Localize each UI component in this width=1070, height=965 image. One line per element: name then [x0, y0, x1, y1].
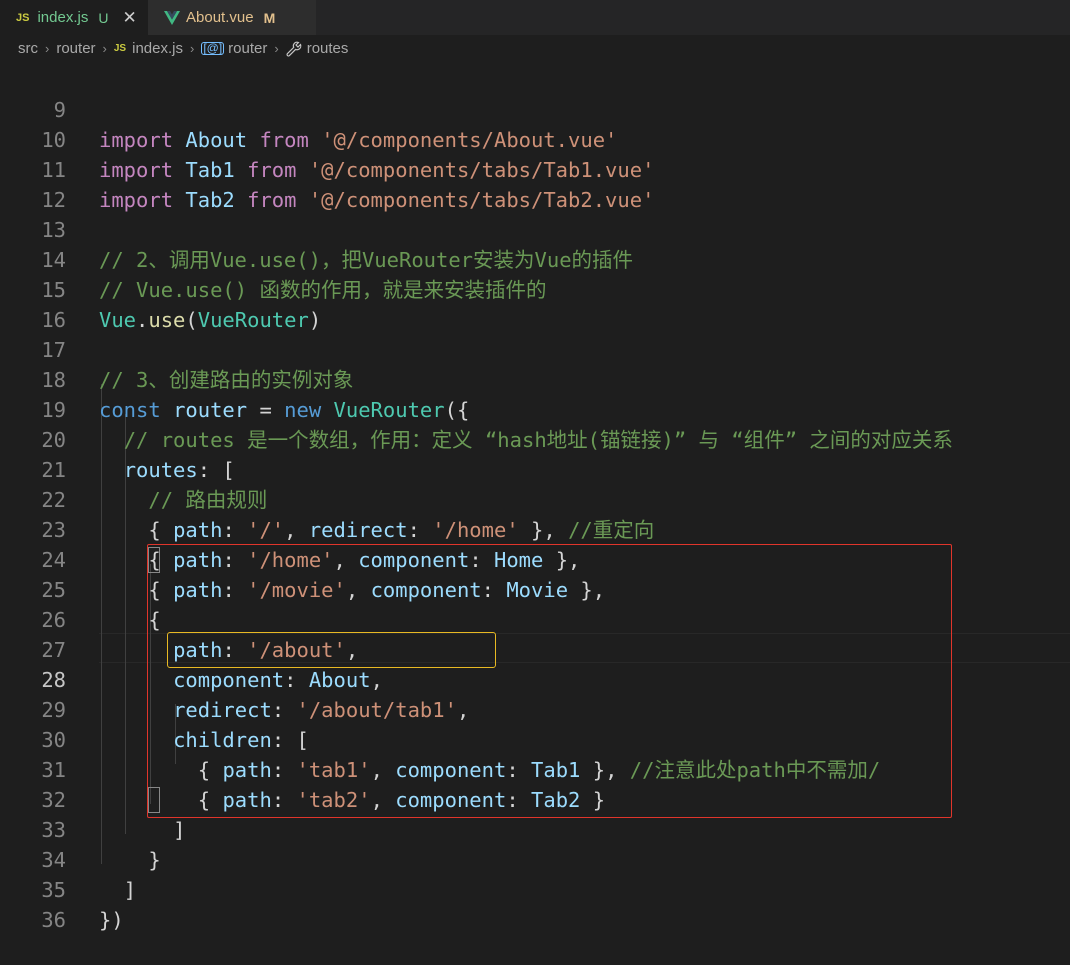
- chevron-right-icon: ›: [45, 41, 50, 56]
- chevron-right-icon: ›: [189, 41, 195, 56]
- code-line: 22 { path: '/', redirect: '/home' }, //重…: [0, 455, 1070, 542]
- code-line: 11 import Tab2 from '@/components/tabs/T…: [0, 125, 1070, 212]
- tab-about-vue[interactable]: About.vue M: [148, 0, 316, 35]
- property-wrench-icon: [286, 41, 302, 57]
- code-line: 16: [0, 275, 1070, 332]
- breadcrumb-item-routes[interactable]: routes: [307, 40, 349, 57]
- variable-symbol-icon: [@]: [201, 41, 225, 55]
- code-line: 15 Vue.use(VueRouter): [0, 245, 1070, 332]
- annotation-yellow-rectangle: [167, 632, 496, 668]
- breadcrumb-item-router-folder[interactable]: router: [56, 40, 95, 57]
- code-line: 10 import Tab1 from '@/components/tabs/T…: [0, 95, 1070, 182]
- code-line: 13 // 2、调用Vue.use()，把VueRouter安装为Vue的插件: [0, 185, 1070, 272]
- vue-file-icon: [164, 10, 180, 25]
- code-line: 14 // Vue.use() 函数的作用，就是来安装插件的: [0, 215, 1070, 302]
- chevron-right-icon: ›: [274, 41, 279, 56]
- code-line: 17 // 3、创建路由的实例对象: [0, 305, 1070, 392]
- breadcrumb-item-src[interactable]: src: [18, 40, 38, 57]
- modified-status-badge: M: [263, 9, 276, 26]
- untracked-status-badge: U: [98, 9, 109, 26]
- code-line: 12: [0, 155, 1070, 212]
- javascript-file-icon: JS: [113, 43, 127, 54]
- line-number: 36: [41, 908, 66, 932]
- close-icon[interactable]: ✕: [122, 8, 136, 28]
- breadcrumb: src › router › JS index.js › [@] router …: [0, 35, 1070, 62]
- tab-label: About.vue: [186, 9, 254, 26]
- code-line: 20 routes: [: [0, 395, 1070, 482]
- breadcrumb-item-index-js[interactable]: index.js: [132, 40, 183, 57]
- code-line: 24 { path: '/movie', component: Movie },: [0, 515, 1070, 602]
- code-line: 35 }): [0, 845, 1070, 932]
- tab-label: index.js: [37, 9, 89, 26]
- breadcrumb-item-router-symbol[interactable]: router: [228, 40, 267, 57]
- javascript-file-icon: JS: [16, 11, 30, 24]
- code-line: 21 // 路由规则: [0, 425, 1070, 512]
- code-line: 36: [0, 875, 1070, 932]
- annotation-red-rectangle: [147, 544, 952, 818]
- editor-tab-bar: JS index.js U ✕ About.vue M: [0, 0, 1070, 35]
- code-line: 23 { path: '/home', component: Home },: [0, 485, 1070, 572]
- code-line: 18 const router = new VueRouter({: [0, 335, 1070, 422]
- tab-index-js[interactable]: JS index.js U ✕: [0, 0, 148, 35]
- code-line: 34 ]: [0, 815, 1070, 902]
- code-line: 9 import About from '@/components/About.…: [0, 65, 1070, 152]
- code-line: 19 // routes 是一个数组，作用：定义 “hash地址(锚链接)” 与…: [0, 365, 1070, 452]
- code-editor[interactable]: 9 import About from '@/components/About.…: [0, 62, 1070, 932]
- chevron-right-icon: ›: [102, 41, 107, 56]
